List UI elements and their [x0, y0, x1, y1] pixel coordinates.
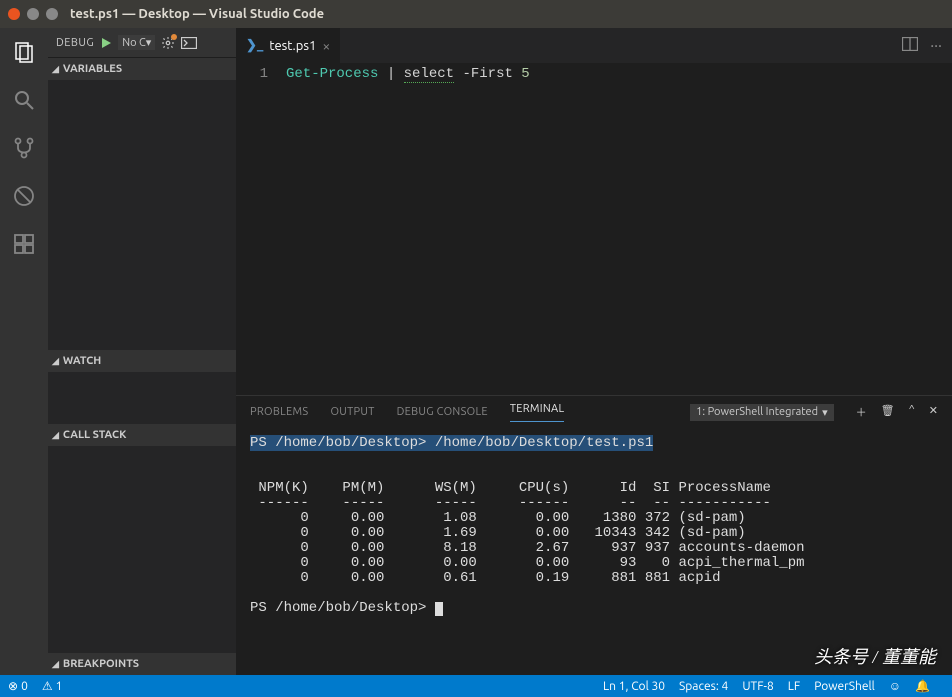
status-eol[interactable]: LF	[788, 680, 800, 693]
breakpoints-header[interactable]: ◢BREAKPOINTS	[48, 653, 236, 675]
new-terminal-button[interactable]: ＋	[856, 404, 867, 420]
more-actions-button[interactable]: ···	[930, 37, 942, 55]
terminal-cursor	[435, 602, 443, 616]
debug-console-button[interactable]	[181, 37, 197, 49]
window-minimize-button[interactable]	[27, 8, 39, 20]
status-ln-col[interactable]: Ln 1, Col 30	[603, 680, 665, 693]
explorer-icon[interactable]	[10, 38, 38, 66]
main-area: DEBUG No C▾ ◢VARIABLES ◢WATCH ◢CALL S	[0, 28, 952, 675]
tab-terminal[interactable]: TERMINAL	[510, 403, 565, 422]
status-errors[interactable]: ⊗0	[8, 679, 28, 693]
terminal-selector[interactable]: 1: PowerShell Integrated ▾	[690, 404, 833, 421]
powershell-file-icon: ❯_	[246, 38, 263, 53]
tab-close-button[interactable]: ×	[322, 38, 330, 54]
kill-terminal-button[interactable]: 🗑	[881, 404, 895, 420]
split-editor-button[interactable]	[902, 37, 918, 55]
line-number: 1	[236, 65, 286, 395]
status-encoding[interactable]: UTF-8	[742, 680, 773, 693]
debug-toolbar: DEBUG No C▾	[48, 28, 236, 58]
tab-problems[interactable]: PROBLEMS	[250, 406, 308, 418]
window-close-button[interactable]	[8, 8, 20, 20]
debug-config-select[interactable]: No C▾	[118, 35, 155, 50]
tab-test-ps1[interactable]: ❯_ test.ps1 ×	[236, 28, 341, 63]
editor-actions: ···	[892, 28, 952, 63]
maximize-panel-button[interactable]: ^	[909, 404, 915, 420]
debug-icon[interactable]	[10, 182, 38, 210]
callstack-body	[48, 446, 236, 644]
status-feedback[interactable]: ☺	[889, 679, 901, 693]
tab-output[interactable]: OUTPUT	[330, 406, 374, 418]
panel-tabs: PROBLEMS OUTPUT DEBUG CONSOLE TERMINAL 1…	[236, 396, 952, 428]
window-controls	[8, 8, 58, 20]
status-bar: ⊗0 ⚠1 Ln 1, Col 30 Spaces: 4 UTF-8 LF Po…	[0, 675, 952, 697]
bottom-panel: PROBLEMS OUTPUT DEBUG CONSOLE TERMINAL 1…	[236, 395, 952, 675]
variables-section: ◢VARIABLES	[48, 58, 236, 350]
editor-area: ❯_ test.ps1 × ··· 1 Get-Process | select…	[236, 28, 952, 675]
tab-label: test.ps1	[269, 39, 316, 53]
status-language[interactable]: PowerShell	[814, 680, 875, 693]
debug-sidebar: DEBUG No C▾ ◢VARIABLES ◢WATCH ◢CALL S	[48, 28, 236, 675]
extensions-icon[interactable]	[10, 230, 38, 258]
callstack-section: ◢CALL STACK	[48, 424, 236, 653]
debug-label: DEBUG	[56, 37, 94, 49]
tab-debug-console[interactable]: DEBUG CONSOLE	[397, 406, 488, 418]
watch-section: ◢WATCH	[48, 350, 236, 424]
callstack-header[interactable]: ◢CALL STACK	[48, 424, 236, 446]
window-titlebar: test.ps1 — Desktop — Visual Studio Code	[0, 0, 952, 28]
terminal[interactable]: PS /home/bob/Desktop> /home/bob/Desktop/…	[236, 428, 952, 675]
status-warnings[interactable]: ⚠1	[42, 679, 63, 693]
breakpoints-section: ◢BREAKPOINTS	[48, 653, 236, 675]
window-title: test.ps1 — Desktop — Visual Studio Code	[70, 7, 324, 21]
debug-settings-button[interactable]	[161, 36, 175, 50]
code-editor[interactable]: 1 Get-Process | select -First 5	[236, 63, 952, 395]
status-spaces[interactable]: Spaces: 4	[679, 680, 728, 693]
settings-badge-icon	[171, 34, 177, 40]
activity-bar	[0, 28, 48, 675]
watch-body	[48, 372, 236, 424]
source-control-icon[interactable]	[10, 134, 38, 162]
watch-header[interactable]: ◢WATCH	[48, 350, 236, 372]
search-icon[interactable]	[10, 86, 38, 114]
variables-body	[48, 80, 236, 350]
variables-header[interactable]: ◢VARIABLES	[48, 58, 236, 80]
window-maximize-button[interactable]	[46, 8, 58, 20]
editor-tabs: ❯_ test.ps1 × ···	[236, 28, 952, 63]
watermark: 头条号 / 董董能	[814, 643, 936, 669]
code-line: Get-Process | select -First 5	[286, 65, 530, 395]
start-debug-button[interactable]	[100, 37, 112, 49]
close-panel-button[interactable]: ✕	[929, 404, 938, 420]
status-notifications[interactable]: 🔔	[915, 679, 930, 693]
